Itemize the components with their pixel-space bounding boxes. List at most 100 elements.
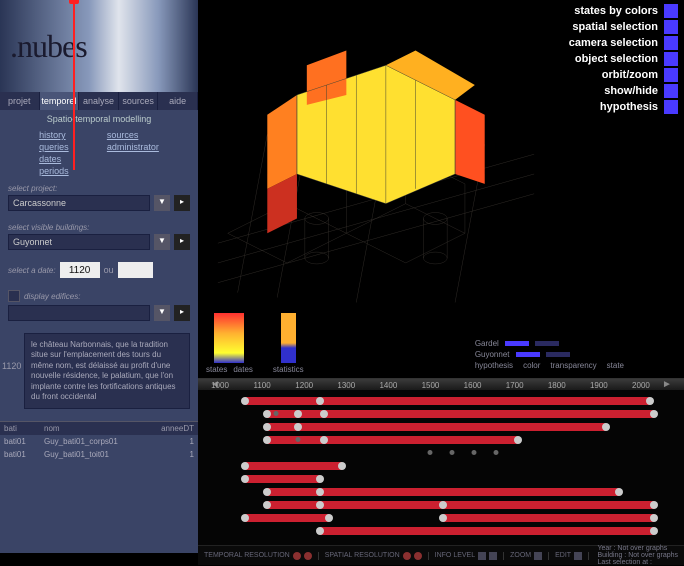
track-dot[interactable] <box>241 475 249 483</box>
track-row[interactable] <box>210 448 672 459</box>
track-bar[interactable] <box>267 436 518 444</box>
track-dot[interactable] <box>241 397 249 405</box>
go-buildings-btn[interactable]: ▸ <box>174 234 190 250</box>
track-dot[interactable] <box>320 410 328 418</box>
track-bar[interactable] <box>245 462 342 470</box>
track-bar[interactable] <box>267 423 606 431</box>
track-row[interactable] <box>210 461 672 472</box>
gardel-bar[interactable] <box>505 341 529 346</box>
track-bar[interactable] <box>267 501 654 509</box>
track-dot[interactable] <box>514 436 522 444</box>
legend-show-hide[interactable]: show/hide <box>569 84 678 98</box>
track-dot-small[interactable] <box>296 437 301 442</box>
track-dot[interactable] <box>439 514 447 522</box>
th-bati[interactable]: bati <box>4 424 44 433</box>
track-row[interactable] <box>210 487 672 498</box>
select-buildings[interactable]: Guyonnet <box>8 234 150 250</box>
track-dot[interactable] <box>294 410 302 418</box>
track-row[interactable] <box>210 474 672 485</box>
select-edifices[interactable] <box>8 305 150 321</box>
select-project[interactable]: Carcassonne <box>8 195 150 211</box>
track-dot[interactable] <box>316 397 324 405</box>
track-dot-small[interactable] <box>472 450 477 455</box>
tick: 1400 <box>379 381 397 390</box>
th-nom[interactable]: nom <box>44 424 144 433</box>
track-dot[interactable] <box>650 514 658 522</box>
checkbox-display-edifices[interactable] <box>8 290 20 302</box>
tick: 1600 <box>464 381 482 390</box>
table-row[interactable]: bati01 Guy_bati01_corps01 1 <box>0 435 198 448</box>
timeline-marker[interactable] <box>73 0 75 170</box>
track-dot-small[interactable] <box>274 411 279 416</box>
track-dot[interactable] <box>338 462 346 470</box>
date-input-alt[interactable] <box>118 262 153 278</box>
track-dot[interactable] <box>316 501 324 509</box>
track-row[interactable] <box>210 500 672 511</box>
legend-spatial-selection[interactable]: spatial selection <box>569 20 678 34</box>
table-row[interactable]: bati01 Guy_bati01_toit01 1 <box>0 448 198 461</box>
track-row[interactable] <box>210 526 672 537</box>
3d-model[interactable] <box>208 10 544 338</box>
legend-orbit-zoom[interactable]: orbit/zoom <box>569 68 678 82</box>
track-dot-small[interactable] <box>494 450 499 455</box>
track-row[interactable] <box>210 396 672 407</box>
track-dot[interactable] <box>650 501 658 509</box>
track-dot[interactable] <box>316 488 324 496</box>
track-dot[interactable] <box>294 423 302 431</box>
link-administrator[interactable]: administrator <box>107 142 159 152</box>
link-periods[interactable]: periods <box>39 166 69 176</box>
link-sources[interactable]: sources <box>107 130 159 140</box>
legend-hypothesis[interactable]: hypothesis <box>569 100 678 114</box>
track-row[interactable] <box>210 409 672 420</box>
go-edifices-btn[interactable]: ▸ <box>174 305 190 321</box>
track-dot[interactable] <box>320 436 328 444</box>
track-dot[interactable] <box>602 423 610 431</box>
legend-camera-selection[interactable]: camera selection <box>569 36 678 50</box>
link-history[interactable]: history <box>39 130 69 140</box>
timeline-tracks[interactable] <box>198 390 684 545</box>
3d-viewport[interactable]: states by colors spatial selection camer… <box>198 0 684 378</box>
track-dot[interactable] <box>439 501 447 509</box>
track-row[interactable] <box>210 435 672 446</box>
link-queries[interactable]: queries <box>39 142 69 152</box>
date-input[interactable] <box>60 262 100 278</box>
tab-sources[interactable]: sources <box>119 92 159 110</box>
track-dot[interactable] <box>241 514 249 522</box>
track-dot[interactable] <box>263 423 271 431</box>
legend-states-by-colors[interactable]: states by colors <box>569 4 678 18</box>
link-dates[interactable]: dates <box>39 154 69 164</box>
track-dot[interactable] <box>316 527 324 535</box>
track-dot[interactable] <box>650 410 658 418</box>
track-dot[interactable] <box>241 462 249 470</box>
track-dot[interactable] <box>646 397 654 405</box>
go-project-btn[interactable]: ▸ <box>174 195 190 211</box>
track-dot[interactable] <box>316 475 324 483</box>
legend-object-selection[interactable]: object selection <box>569 52 678 66</box>
track-bar[interactable] <box>245 397 650 405</box>
tab-projet[interactable]: projet <box>0 92 40 110</box>
track-dot-small[interactable] <box>428 450 433 455</box>
track-bar[interactable] <box>245 475 320 483</box>
tab-analyse[interactable]: analyse <box>79 92 119 110</box>
track-dot[interactable] <box>263 436 271 444</box>
track-dot[interactable] <box>650 527 658 535</box>
track-bar[interactable] <box>245 514 329 522</box>
track-dot-small[interactable] <box>450 450 455 455</box>
tab-aide[interactable]: aide <box>158 92 198 110</box>
track-dot[interactable] <box>263 501 271 509</box>
dropdown-edifices-btn[interactable]: ▼ <box>154 305 170 321</box>
th-annee[interactable]: anneeDT <box>144 424 194 433</box>
track-dot[interactable] <box>263 488 271 496</box>
track-bar[interactable] <box>443 514 654 522</box>
track-dot[interactable] <box>615 488 623 496</box>
track-row[interactable] <box>210 422 672 433</box>
track-row[interactable] <box>210 513 672 524</box>
dropdown-project-btn[interactable]: ▼ <box>154 195 170 211</box>
ruler-next[interactable]: ► <box>662 379 672 390</box>
track-bar[interactable] <box>320 527 654 535</box>
track-dot[interactable] <box>325 514 333 522</box>
guyonnet-bar[interactable] <box>516 352 540 357</box>
timeline-ruler[interactable]: ◄ 10001100120013001400150016001700180019… <box>198 379 684 390</box>
dropdown-buildings-btn[interactable]: ▼ <box>154 234 170 250</box>
track-dot[interactable] <box>263 410 271 418</box>
